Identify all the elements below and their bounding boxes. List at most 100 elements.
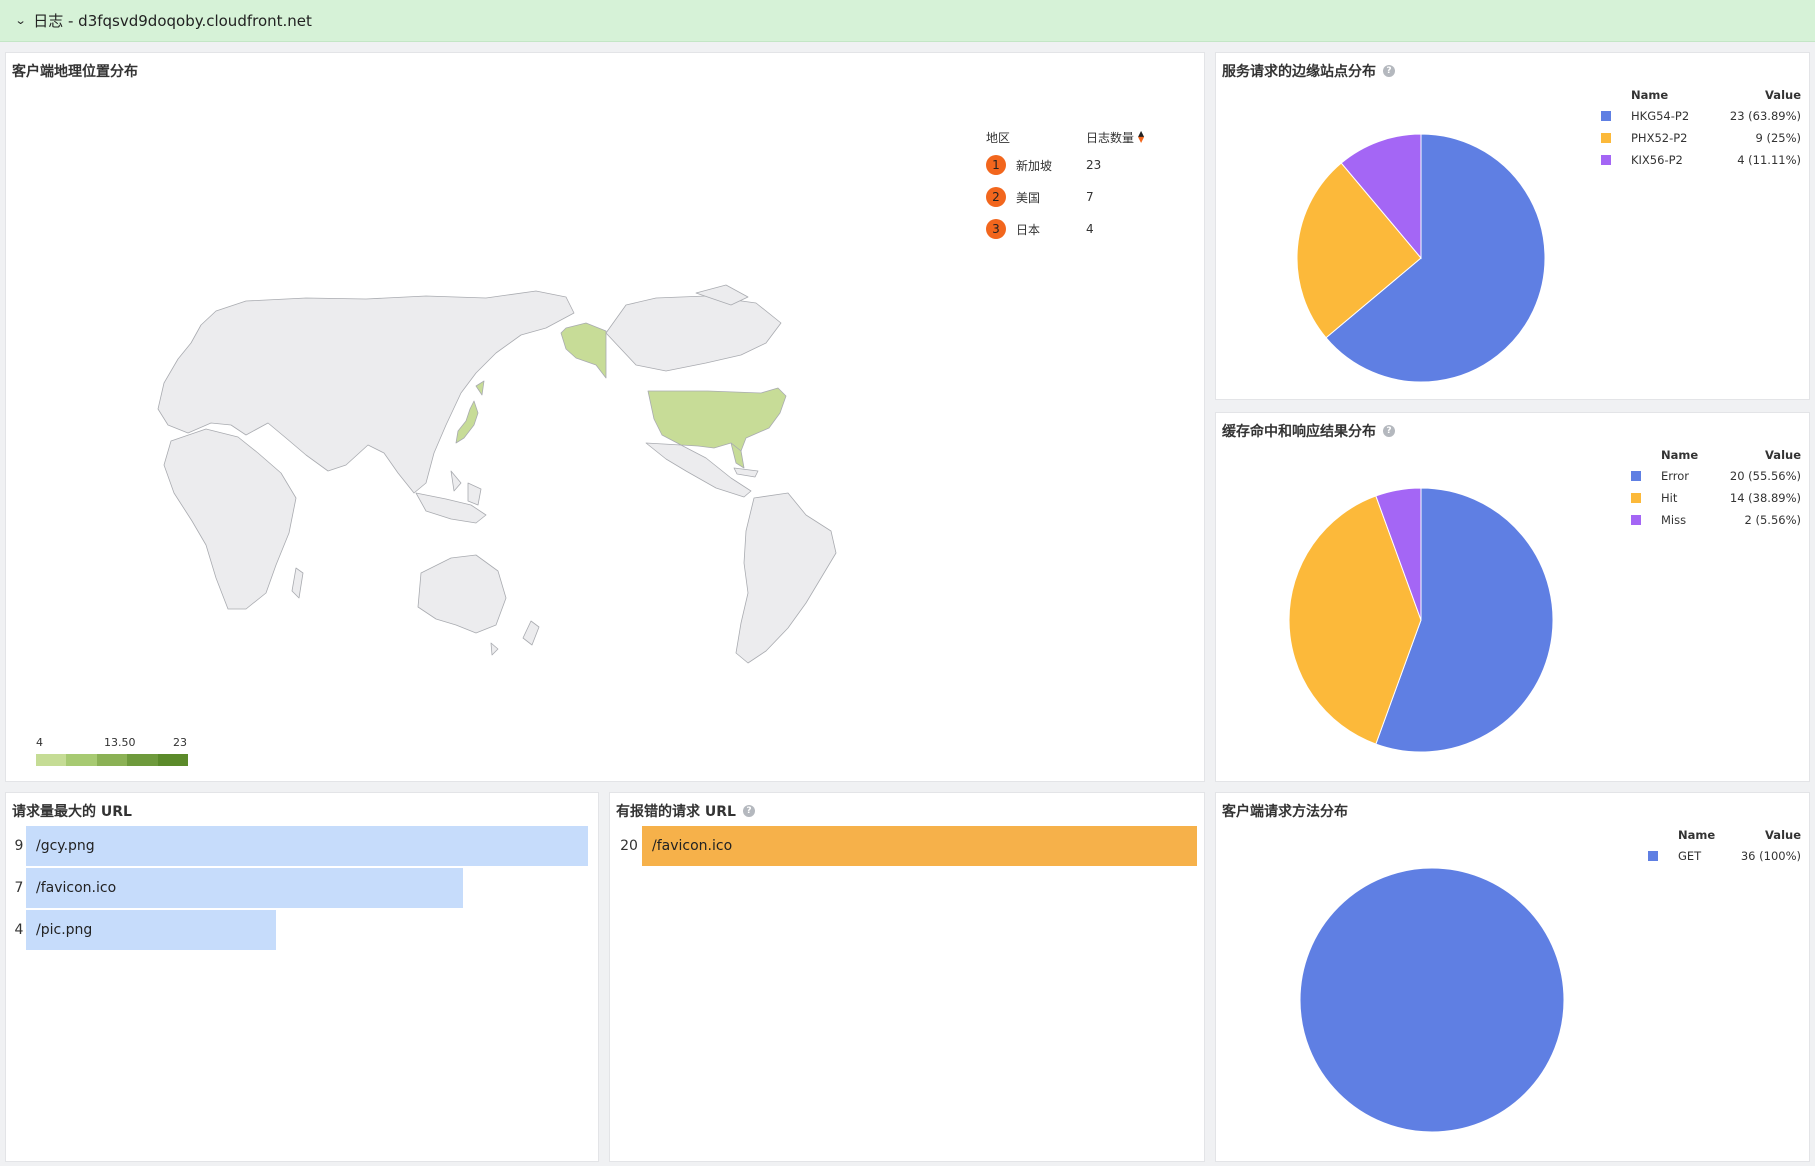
scale-max: 23 (173, 736, 187, 749)
region-name: 美国 (1016, 190, 1041, 205)
map-region-south-america (735, 492, 837, 664)
bar-row[interactable]: 9/gcy.png (12, 826, 588, 866)
rank-badge: 2 (986, 187, 1006, 207)
bar-row[interactable]: 7/favicon.ico (12, 868, 464, 908)
top-urls-panel: 请求量最大的 URL 9/gcy.png 7/favicon.ico 4/pic.p… (5, 792, 599, 1162)
map-region-alaska (560, 322, 607, 379)
legend-item[interactable]: GET 36 (100%) (1648, 845, 1801, 867)
map-region-australia (417, 554, 507, 634)
legend-value-header: Value (1765, 88, 1801, 102)
bar-url[interactable]: /favicon.ico (26, 868, 464, 908)
color-scale-legend: 4 13.50 23 (36, 736, 189, 776)
help-icon[interactable]: ? (1383, 65, 1395, 77)
bar-url[interactable]: /gcy.png (26, 826, 588, 866)
legend-name: Error (1661, 469, 1690, 483)
edge-legend: Name Value HKG54-P2 23 (63.89%) PHX52-P2 9 (… (1601, 85, 1801, 171)
panel-title: 有报错的请求 URL (616, 804, 736, 820)
legend-item[interactable]: Miss 2 (5.56%) (1631, 509, 1801, 531)
row-title: 日志 - d3fqsvd9doqoby.cloudfront.net (33, 12, 312, 30)
region-count: 7 (1086, 190, 1094, 204)
legend-value: 20 (55.56%) (1729, 469, 1801, 483)
legend-swatch (1601, 133, 1611, 143)
region-name: 新加坡 (1016, 158, 1053, 173)
map-region-africa (163, 428, 297, 610)
map-region-japan (455, 400, 479, 444)
panel-title: 缓存命中和响应结果分布 (1222, 424, 1376, 440)
region-name: 日本 (1016, 222, 1041, 237)
legend-item[interactable]: KIX56-P2 4 (11.11%) (1601, 149, 1801, 171)
scale-swatch (66, 754, 97, 766)
legend-name: Hit (1661, 491, 1678, 505)
rank-badge: 3 (986, 219, 1006, 239)
bar-value: 7 (14, 880, 24, 896)
legend-value: 23 (63.89%) (1729, 109, 1801, 123)
legend-name-header: Name (1678, 828, 1716, 842)
region-row: 1 新加坡 23 (986, 149, 1166, 181)
scale-gradient (36, 754, 189, 766)
help-icon[interactable]: ? (1383, 425, 1395, 437)
legend-item[interactable]: PHX52-P2 9 (25%) (1601, 127, 1801, 149)
bar-row[interactable]: 20/favicon.ico (616, 826, 1197, 866)
cache-panel: 缓存命中和响应结果分布? Name Value Error 20 (55.56%) H… (1215, 412, 1810, 782)
legend-swatch (1631, 471, 1641, 481)
scale-swatch (96, 754, 128, 766)
error-urls-panel: 有报错的请求 URL? 20/favicon.ico (609, 792, 1205, 1162)
legend-name: GET (1678, 849, 1702, 863)
count-col-label: 日志数量 (1086, 130, 1135, 145)
legend-name-header: Name (1661, 448, 1699, 462)
legend-swatch (1601, 111, 1611, 121)
scale-min: 4 (36, 736, 43, 749)
edge-pie-chart[interactable] (1256, 93, 1576, 393)
scale-mid: 13.50 (104, 736, 136, 749)
rank-badge: 1 (986, 155, 1006, 175)
legend-swatch (1631, 515, 1641, 525)
legend-value: 36 (100%) (1740, 849, 1801, 863)
bar-value: 4 (14, 922, 24, 938)
legend-value-header: Value (1765, 448, 1801, 462)
bar-url[interactable]: /favicon.ico (642, 826, 1197, 866)
legend-name: KIX56-P2 (1631, 153, 1683, 167)
legend-name: HKG54-P2 (1631, 109, 1690, 123)
legend-name: PHX52-P2 (1631, 131, 1688, 145)
panel-title: 请求量最大的 URL (12, 804, 132, 820)
dashboard-row-header[interactable]: ⌄ 日志 - d3fqsvd9doqoby.cloudfront.net (0, 0, 1815, 42)
cache-legend: Name Value Error 20 (55.56%) Hit 14 (38.89%)… (1631, 445, 1801, 531)
legend-swatch (1648, 851, 1658, 861)
method-pie-chart[interactable] (1266, 833, 1606, 1153)
sort-icon[interactable]: ▲ ▼ (1138, 130, 1144, 144)
legend-item[interactable]: Hit 14 (38.89%) (1631, 487, 1801, 509)
scale-swatch (36, 754, 67, 766)
legend-name-header: Name (1631, 88, 1669, 102)
geo-panel: 客户端地理位置分布 地区 日志数量 ▲ ▼ 1 新加坡 23 2 美国 7 3 … (5, 52, 1205, 782)
region-count: 23 (1086, 158, 1102, 172)
cache-pie-chart[interactable] (1256, 453, 1596, 773)
pie-slice-get[interactable] (1299, 867, 1565, 1133)
method-legend: Name Value GET 36 (100%) (1648, 825, 1801, 867)
legend-value-header: Value (1765, 828, 1801, 842)
bar-value: 20 (620, 838, 638, 854)
panel-title: 服务请求的边缘站点分布 (1222, 64, 1376, 80)
method-panel: 客户端请求方法分布 Name Value GET 36 (100%) (1215, 792, 1810, 1162)
legend-swatch (1601, 155, 1611, 165)
count-col-header[interactable]: 日志数量 ▲ ▼ (1086, 129, 1166, 146)
bar-row[interactable]: 4/pic.png (12, 910, 276, 950)
bar-url[interactable]: /pic.png (26, 910, 276, 950)
region-count: 4 (1086, 222, 1094, 236)
region-table-header: 地区 日志数量 ▲ ▼ (986, 125, 1166, 149)
legend-item[interactable]: HKG54-P2 23 (63.89%) (1601, 105, 1801, 127)
scale-swatch (127, 754, 158, 766)
bar-value: 9 (14, 838, 24, 854)
legend-item[interactable]: Error 20 (55.56%) (1631, 465, 1801, 487)
legend-value: 9 (25%) (1755, 131, 1801, 145)
legend-name: Miss (1661, 513, 1687, 527)
panel-title: 客户端请求方法分布 (1222, 804, 1348, 820)
legend-swatch (1631, 493, 1641, 503)
region-col-header: 地区 (986, 130, 1011, 145)
legend-value: 14 (38.89%) (1729, 491, 1801, 505)
legend-value: 2 (5.56%) (1744, 513, 1801, 527)
map-region-usa (647, 387, 787, 452)
edge-panel: 服务请求的边缘站点分布? Name Value HKG54-P2 23 (63.89… (1215, 52, 1810, 400)
region-row: 3 日本 4 (986, 213, 1166, 245)
legend-value: 4 (11.11%) (1737, 153, 1801, 167)
help-icon[interactable]: ? (742, 805, 755, 817)
